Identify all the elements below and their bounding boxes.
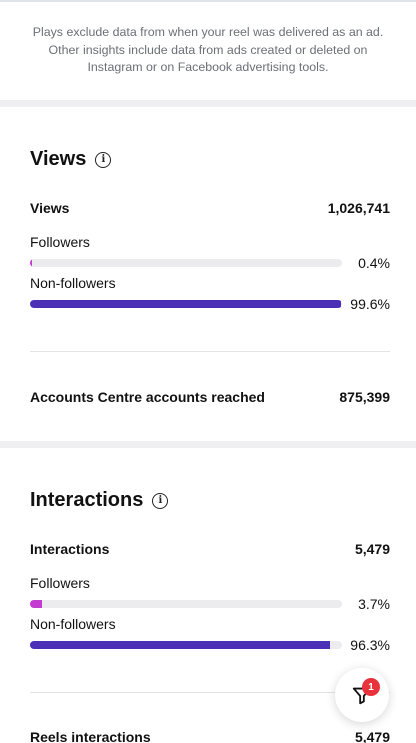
- views-followers-label: Followers: [30, 234, 90, 250]
- interactions-total-label: Interactions: [30, 541, 110, 557]
- views-section: Views i: [30, 148, 390, 171]
- accounts-reached-value: 875,399: [339, 389, 390, 405]
- views-nonfollowers-fill: [30, 300, 341, 308]
- info-icon[interactable]: i: [152, 492, 169, 509]
- reel-insights-page: Plays exclude data from when your reel w…: [0, 0, 416, 743]
- ads-disclaimer: Plays exclude data from when your reel w…: [0, 2, 416, 102]
- interactions-followers-bar: [30, 600, 342, 608]
- views-followers-fill: [30, 259, 32, 267]
- interactions-title: Interactions: [30, 489, 144, 511]
- views-nonfollowers-block: Non-followers 99.6%: [30, 275, 390, 312]
- views-nonfollowers-pct: 99.6%: [350, 296, 390, 312]
- disclaimer-line-3: Instagram or on Facebook advertising too…: [87, 60, 329, 74]
- views-heading: Views i: [30, 148, 390, 171]
- views-title: Views: [30, 148, 87, 170]
- accounts-reached-label: Accounts Centre accounts reached: [30, 389, 265, 405]
- views-followers-pct: 0.4%: [358, 255, 390, 271]
- divider: [30, 351, 390, 352]
- interactions-total-value: 5,479: [354, 541, 390, 557]
- interactions-nonfollowers-block: Non-followers 96.3%: [30, 616, 390, 653]
- disclaimer-line-2: Other insights include data from ads cre…: [48, 42, 368, 57]
- interactions-nonfollowers-fill: [30, 641, 330, 649]
- reels-interactions-row: Reels interactions 5,479: [30, 729, 390, 743]
- views-nonfollowers-label: Non-followers: [30, 275, 116, 291]
- section-separator: [0, 100, 416, 107]
- interactions-total-row: Interactions 5,479: [30, 541, 390, 557]
- interactions-heading: Interactions i: [30, 489, 390, 512]
- views-followers-bar: [30, 259, 342, 267]
- reels-interactions-label: Reels interactions: [30, 729, 151, 743]
- disclaimer-line-1: Plays exclude data from when your reel w…: [32, 25, 384, 39]
- interactions-nonfollowers-bar: [30, 641, 342, 649]
- interactions-section: Interactions i: [30, 489, 390, 512]
- interactions-followers-fill: [30, 600, 42, 608]
- reels-interactions-value: 5,479: [354, 729, 390, 743]
- views-total-row: Views 1,026,741: [30, 200, 390, 216]
- views-divider-wrap: [30, 351, 390, 352]
- views-followers-block: Followers 0.4%: [30, 234, 390, 271]
- filter-fab-button[interactable]: 1: [335, 668, 389, 722]
- views-nonfollowers-bar: [30, 300, 342, 308]
- interactions-followers-block: Followers 3.7%: [30, 575, 390, 612]
- interactions-followers-pct: 3.7%: [358, 596, 390, 612]
- info-icon[interactable]: i: [95, 151, 112, 168]
- section-separator: [0, 441, 416, 448]
- interactions-nonfollowers-pct: 96.3%: [350, 637, 390, 653]
- interactions-nonfollowers-label: Non-followers: [30, 616, 116, 632]
- notification-badge: 1: [362, 678, 380, 696]
- interactions-followers-label: Followers: [30, 575, 90, 591]
- accounts-reached-row: Accounts Centre accounts reached 875,399: [30, 389, 390, 405]
- views-total-label: Views: [30, 200, 70, 216]
- views-total-value: 1,026,741: [327, 200, 390, 216]
